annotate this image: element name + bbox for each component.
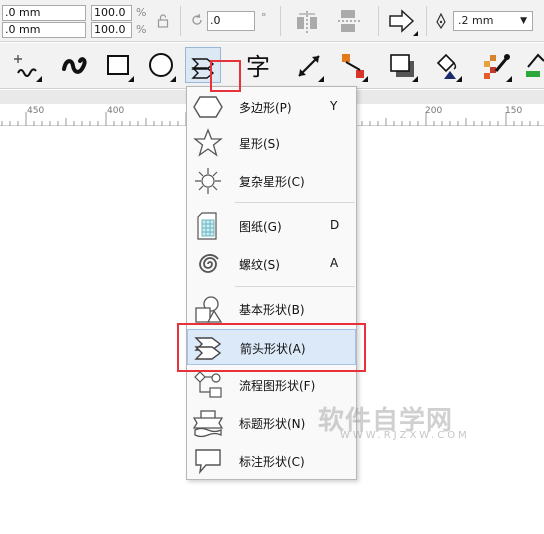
menu-item-shortcut: D [330, 218, 340, 232]
outline-width-dropdown[interactable]: .2 mm ▼ [453, 11, 533, 31]
basic-shapes-tool-highlight [210, 60, 241, 92]
star-icon [192, 128, 224, 158]
drop-shadow-tool[interactable] [384, 47, 420, 83]
menu-item-label: 螺纹(S) [239, 258, 280, 272]
separator [378, 6, 379, 36]
mini-triangle-icon [413, 31, 418, 36]
flyout-triangle-icon [318, 76, 324, 82]
menu-item-flowchart-shapes[interactable]: 流程图形状(F) [187, 367, 356, 403]
graph-paper-icon [192, 211, 224, 241]
ellipse-tool[interactable] [142, 47, 178, 83]
pen-nib-icon [435, 12, 447, 32]
polygon-icon [192, 92, 224, 122]
menu-item-basic-shapes[interactable]: 基本形状(B) [187, 291, 356, 327]
property-bar: .0 mm .0 mm 100.0 100.0 % % .0 ° .2 mm ▼ [0, 0, 544, 42]
separator [280, 6, 281, 36]
menu-item-label: 基本形状(B) [239, 303, 305, 317]
menu-item-complex-star[interactable]: 复杂星形(C) [187, 163, 356, 199]
scale-x-field[interactable]: 100.0 [91, 5, 132, 21]
menu-item-graph-paper[interactable]: 图纸(G) D [187, 208, 356, 244]
rotation-angle-field[interactable]: .0 [207, 11, 255, 31]
watermark-logo: 软件自学网 WWW.RJZXW.COM [318, 400, 467, 445]
menu-item-shortcut: Y [330, 99, 338, 113]
dimension-tool[interactable] [290, 47, 326, 83]
eyedropper-tool[interactable] [478, 47, 514, 83]
y-position-field[interactable]: .0 mm [2, 22, 86, 38]
arrow-shape-style-icon[interactable] [388, 8, 416, 37]
ruler-label: 450 [27, 106, 45, 116]
mirror-horizontal-icon[interactable] [294, 9, 320, 38]
text-tool[interactable]: 字 [240, 47, 276, 83]
svg-text:字: 字 [246, 53, 270, 81]
flyout-triangle-icon [170, 76, 176, 82]
flyout-triangle-icon [412, 76, 418, 82]
menu-item-label: 标注形状(C) [239, 455, 305, 469]
arrow-shapes-highlight [177, 323, 366, 372]
menu-item-label: 星形(S) [239, 137, 280, 151]
flyout-triangle-icon [128, 76, 134, 82]
menu-item-label: 流程图形状(F) [239, 379, 316, 393]
banner-icon [192, 408, 224, 438]
ruler-label: 150 [505, 106, 523, 116]
artistic-media-tool[interactable] [56, 47, 92, 83]
scale-y-field[interactable]: 100.0 [91, 22, 132, 38]
menu-item-label: 图纸(G) [239, 220, 282, 234]
menu-item-label: 多边形(P) [239, 101, 292, 115]
menu-item-polygon[interactable]: 多边形(P) Y [187, 89, 356, 125]
toolbox: 字 [0, 43, 544, 89]
menu-separator [235, 286, 355, 287]
ruler-label: 400 [107, 106, 125, 116]
spiral-icon [192, 249, 224, 279]
menu-item-star[interactable]: 星形(S) [187, 125, 356, 161]
degree-unit: ° [261, 11, 267, 24]
fill-tool[interactable] [428, 47, 464, 83]
menu-item-label: 标题形状(N) [239, 417, 306, 431]
flyout-triangle-icon [362, 76, 368, 82]
mirror-vertical-icon[interactable] [336, 8, 362, 37]
callout-icon [192, 446, 224, 476]
rotation-icon [190, 13, 204, 30]
rectangle-tool[interactable] [100, 47, 136, 83]
menu-item-shortcut: A [330, 256, 339, 270]
x-position-field[interactable]: .0 mm [2, 5, 86, 21]
menu-item-label: 复杂星形(C) [239, 175, 305, 189]
outline-width-value: .2 mm [458, 14, 494, 27]
menu-item-callout-shapes[interactable]: 标注形状(C) [187, 443, 356, 479]
flowchart-icon [192, 370, 224, 400]
flyout-triangle-icon [36, 76, 42, 82]
complex-star-icon [192, 166, 224, 196]
ruler-label: 200 [425, 106, 443, 116]
lock-ratio-icon[interactable] [157, 13, 169, 32]
percent-unit-x: % [136, 6, 147, 19]
interactive-fill-tool[interactable] [520, 47, 544, 83]
flyout-triangle-icon [456, 76, 462, 82]
separator [180, 6, 181, 36]
separator [426, 6, 427, 36]
percent-unit-y: % [136, 23, 147, 36]
chevron-down-icon: ▼ [520, 16, 527, 26]
flyout-triangle-icon [506, 76, 512, 82]
menu-item-spiral[interactable]: 螺纹(S) A [187, 246, 356, 282]
basic-shapes-icon [192, 294, 224, 324]
freehand-tool[interactable] [8, 47, 44, 83]
connector-tool[interactable] [334, 47, 370, 83]
watermark-url: WWW.RJZXW.COM [340, 430, 470, 441]
menu-separator [235, 202, 355, 203]
